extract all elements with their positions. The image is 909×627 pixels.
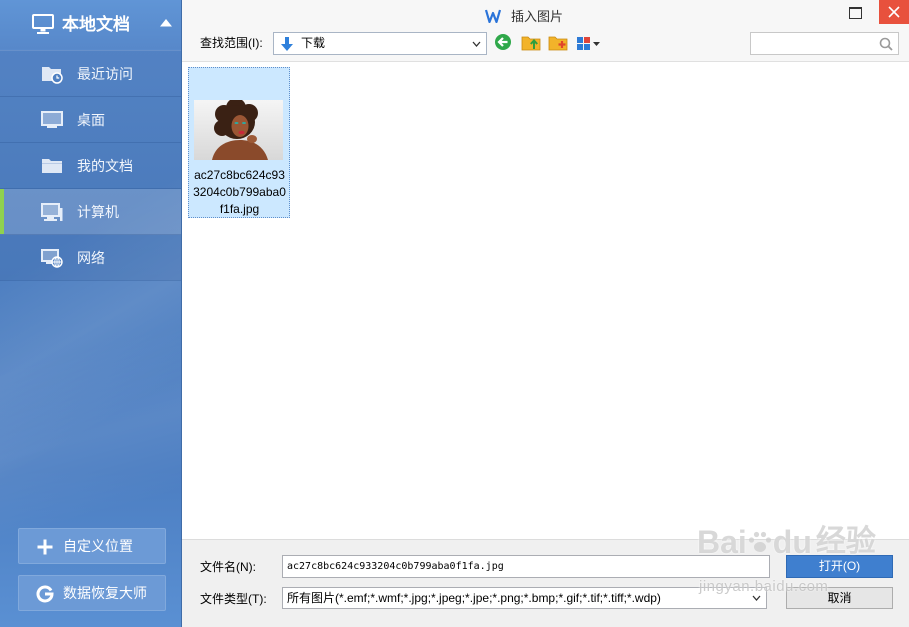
- sidebar-item-label: 计算机: [77, 204, 119, 220]
- back-icon[interactable]: [494, 33, 512, 51]
- sidebar-item-label: 桌面: [77, 112, 105, 128]
- folder-icon: [42, 159, 62, 173]
- sidebar-item-computer[interactable]: 计算机: [0, 189, 181, 235]
- close-icon: [888, 6, 900, 18]
- monitor-icon: [32, 14, 54, 34]
- view-menu-icon[interactable]: [577, 35, 601, 53]
- search-icon[interactable]: [879, 37, 893, 51]
- network-icon: [41, 249, 63, 268]
- new-folder-icon[interactable]: [548, 33, 568, 51]
- plus-icon: [37, 539, 53, 555]
- sidebar: 本地文档 最近访问 桌面 我的文档 计算机 网络 自定义位置 数据恢复大师: [0, 0, 182, 627]
- data-recovery-icon: [36, 585, 54, 603]
- look-in-dropdown[interactable]: 下载: [273, 32, 487, 55]
- sidebar-nav: 最近访问 桌面 我的文档 计算机 网络: [0, 50, 181, 281]
- sidebar-item-label: 最近访问: [77, 66, 133, 82]
- maximize-icon[interactable]: [849, 7, 862, 19]
- sidebar-item-label: 我的文档: [77, 158, 133, 174]
- chevron-up-icon[interactable]: [159, 18, 173, 27]
- look-in-value: 下载: [301, 36, 326, 50]
- cancel-button[interactable]: 取消: [786, 587, 893, 609]
- sidebar-title: 本地文档: [62, 15, 130, 34]
- file-list[interactable]: ac27c8bc624c933204c0b799aba0f1fa.jpg: [182, 61, 909, 540]
- file-name-label: ac27c8bc624c933204c0b799aba0f1fa.jpg: [193, 168, 286, 216]
- recent-folder-icon: [42, 67, 63, 84]
- file-type-value: 所有图片(*.emf;*.wmf;*.jpg;*.jpeg;*.jpe;*.pn…: [287, 591, 661, 605]
- sidebar-item-network[interactable]: 网络: [0, 235, 181, 281]
- download-arrow-icon: [281, 37, 293, 51]
- sidebar-header[interactable]: 本地文档: [0, 0, 181, 49]
- chevron-down-icon: [472, 41, 481, 47]
- file-name-input[interactable]: [282, 555, 770, 578]
- chevron-down-icon: [752, 595, 761, 601]
- dialog-footer: [182, 540, 909, 627]
- search-box[interactable]: [750, 32, 899, 55]
- file-type-select[interactable]: 所有图片(*.emf;*.wmf;*.jpg;*.jpeg;*.jpe;*.pn…: [282, 587, 767, 609]
- custom-location-label: 自定义位置: [63, 538, 133, 554]
- sidebar-item-desktop[interactable]: 桌面: [0, 97, 181, 143]
- file-type-label: 文件类型(T):: [200, 592, 267, 606]
- folder-up-icon[interactable]: [521, 33, 541, 51]
- dialog-title: 插入图片: [511, 9, 564, 24]
- sidebar-item-label: 网络: [77, 250, 105, 266]
- open-button[interactable]: 打开(O): [786, 555, 893, 578]
- custom-location-button[interactable]: 自定义位置: [18, 528, 166, 564]
- search-input[interactable]: [751, 33, 871, 54]
- data-recovery-label: 数据恢复大师: [63, 585, 147, 601]
- file-item[interactable]: ac27c8bc624c933204c0b799aba0f1fa.jpg: [188, 67, 290, 218]
- data-recovery-button[interactable]: 数据恢复大师: [18, 575, 166, 611]
- wps-writer-icon: [485, 9, 501, 23]
- sidebar-item-documents[interactable]: 我的文档: [0, 143, 181, 189]
- file-name-label: 文件名(N):: [200, 560, 256, 574]
- desktop-icon: [41, 111, 63, 128]
- image-thumbnail: [194, 100, 283, 160]
- look-in-label: 查找范围(I):: [200, 36, 263, 50]
- sidebar-item-recent[interactable]: 最近访问: [0, 51, 181, 97]
- close-button[interactable]: [879, 0, 909, 24]
- computer-icon: [41, 203, 63, 221]
